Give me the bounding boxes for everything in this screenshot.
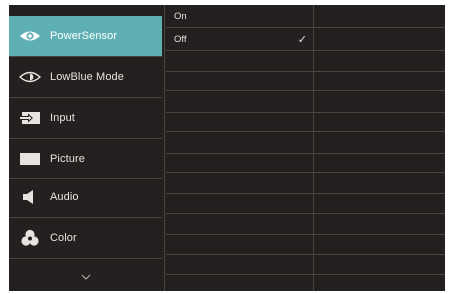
submenu-panel: On Off ✓ (166, 5, 313, 291)
row-divider (314, 193, 445, 194)
picture-icon (19, 151, 41, 167)
menu-item-powersensor[interactable]: PowerSensor (9, 16, 162, 56)
row-divider (314, 90, 445, 91)
submenu-option-off[interactable]: Off ✓ (166, 31, 313, 49)
scroll-down-button[interactable] (79, 271, 93, 281)
row-divider (166, 27, 313, 28)
row-divider (166, 254, 313, 255)
row-divider (314, 172, 445, 173)
main-menu: PowerSensor LowBlue Mode Input Picture A… (9, 5, 162, 291)
speaker-icon (19, 189, 41, 205)
row-divider (166, 213, 313, 214)
menu-item-label: Audio (50, 191, 79, 203)
column-divider (164, 5, 165, 291)
row-divider (314, 27, 445, 28)
row-divider (166, 193, 313, 194)
row-divider (166, 90, 313, 91)
checkmark-icon: ✓ (297, 34, 307, 46)
menu-item-label: Input (50, 112, 75, 124)
menu-item-input[interactable]: Input (9, 98, 162, 138)
row-divider (166, 71, 313, 72)
menu-item-label: Color (50, 232, 77, 244)
detail-panel (314, 5, 445, 291)
menu-item-color[interactable]: Color (9, 218, 162, 258)
power-sensor-icon (19, 28, 41, 44)
row-divider (314, 213, 445, 214)
row-divider (166, 153, 313, 154)
osd-menu: PowerSensor LowBlue Mode Input Picture A… (9, 5, 445, 291)
row-divider (166, 131, 313, 132)
row-divider (166, 274, 313, 275)
row-divider (166, 50, 313, 51)
menu-item-picture[interactable]: Picture (9, 139, 162, 179)
row-divider (314, 50, 445, 51)
chevron-down-icon (81, 267, 91, 285)
low-blue-eye-icon (19, 69, 41, 85)
row-divider (314, 112, 445, 113)
row-divider (314, 274, 445, 275)
row-divider (314, 71, 445, 72)
menu-item-audio[interactable]: Audio (9, 177, 162, 217)
menu-item-label: LowBlue Mode (50, 71, 124, 83)
option-label: Off (174, 34, 187, 45)
input-icon (19, 110, 41, 126)
row-divider (166, 112, 313, 113)
row-divider (166, 234, 313, 235)
row-divider (314, 153, 445, 154)
row-divider (314, 131, 445, 132)
submenu-option-on[interactable]: On (166, 8, 313, 26)
row-divider (314, 234, 445, 235)
menu-item-label: PowerSensor (50, 30, 118, 42)
menu-divider (9, 258, 162, 259)
color-palette-icon (19, 229, 41, 246)
menu-item-label: Picture (50, 153, 85, 165)
option-label: On (174, 11, 187, 22)
menu-item-lowblue-mode[interactable]: LowBlue Mode (9, 57, 162, 97)
row-divider (314, 254, 445, 255)
row-divider (166, 172, 313, 173)
